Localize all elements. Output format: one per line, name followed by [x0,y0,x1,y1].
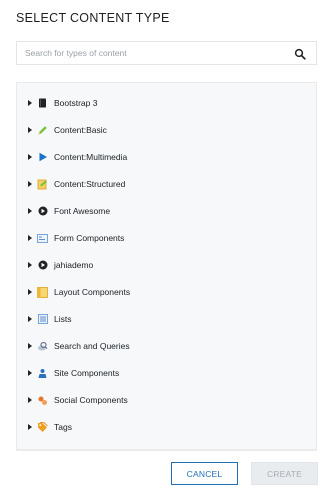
content-type-tree: Bootstrap 3 Content:Basic Content:Multim… [16,82,317,450]
tree-item-label: Layout Components [54,287,131,297]
search-icon[interactable] [294,47,306,60]
expand-caret-icon[interactable] [27,369,33,377]
expand-caret-icon[interactable] [27,180,33,188]
structured-doc-icon [37,179,48,190]
tree-item-label: Search and Queries [54,341,130,351]
tree-item-label: Font Awesome [54,206,111,216]
tree-item-label: Social Components [54,395,128,405]
play-icon [37,152,48,163]
tree-item-site-components[interactable]: Site Components [17,365,316,381]
tree-item-bootstrap-3[interactable]: Bootstrap 3 [17,95,316,111]
tree-item-label: jahiademo [54,260,94,270]
tree-item-label: Form Components [54,233,125,243]
social-icon [37,395,48,406]
form-icon [37,233,48,244]
tree-item-label: Content:Multimedia [54,152,128,162]
expand-caret-icon[interactable] [27,288,33,296]
tree-item-label: Tags [54,422,72,432]
tree-item-font-awesome[interactable]: Font Awesome [17,203,316,219]
tree-item-jahiademo[interactable]: jahiademo [17,257,316,273]
expand-caret-icon[interactable] [27,207,33,215]
search-box[interactable] [16,41,317,65]
expand-caret-icon[interactable] [27,126,33,134]
tree-item-layout-components[interactable]: Layout Components [17,284,316,300]
tree-item-search-and-queries[interactable]: Search and Queries [17,338,316,354]
list-icon [37,314,48,325]
search-query-icon [37,341,48,352]
expand-caret-icon[interactable] [27,396,33,404]
tree-item-label: Bootstrap 3 [54,98,98,108]
tree-item-label: Site Components [54,368,120,378]
tree-item-content-structured[interactable]: Content:Structured [17,176,316,192]
tree-item-form-components[interactable]: Form Components [17,230,316,246]
layout-icon [37,286,48,298]
jahia-icon [37,260,48,271]
dialog-title: SELECT CONTENT TYPE [16,11,170,25]
tags-icon [37,421,48,433]
tree-item-social-components[interactable]: Social Components [17,392,316,408]
footer-divider [16,450,317,451]
expand-caret-icon[interactable] [27,423,33,431]
expand-caret-icon[interactable] [27,234,33,242]
expand-caret-icon[interactable] [27,342,33,350]
book-icon [37,98,48,109]
expand-caret-icon[interactable] [27,261,33,269]
tree-item-label: Lists [54,314,72,324]
tree-item-lists[interactable]: Lists [17,311,316,327]
tree-item-content-basic[interactable]: Content:Basic [17,122,316,138]
site-components-icon [37,368,48,379]
tree-item-label: Content:Basic [54,125,107,135]
expand-caret-icon[interactable] [27,315,33,323]
tree-item-content-multimedia[interactable]: Content:Multimedia [17,149,316,165]
expand-caret-icon[interactable] [27,153,33,161]
cancel-button[interactable]: CANCEL [171,462,238,485]
expand-caret-icon[interactable] [27,99,33,107]
tree-item-tags[interactable]: Tags [17,419,316,435]
font-awesome-icon [37,206,48,217]
tree-item-label: Content:Structured [54,179,126,189]
search-input[interactable] [17,42,287,64]
pencil-icon [37,125,48,136]
create-button[interactable]: CREATE [251,462,318,485]
